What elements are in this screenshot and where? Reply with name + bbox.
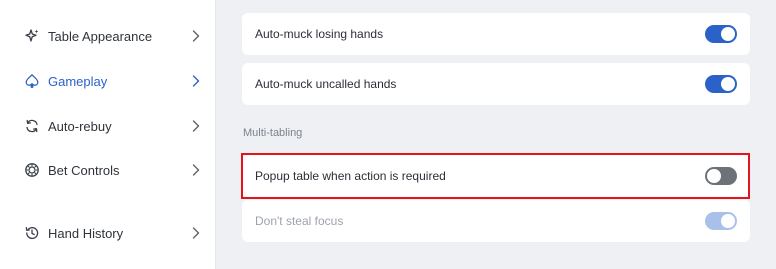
spade-icon [24,73,40,89]
chevron-right-icon [190,28,202,44]
chevron-right-icon [190,118,202,134]
sidebar-item-table-appearance[interactable]: Table Appearance [0,18,216,54]
setting-label: Don't steal focus [255,214,344,228]
setting-label: Auto-muck uncalled hands [255,77,397,91]
sidebar-item-hand-history[interactable]: Hand History [0,215,216,251]
setting-popup-table: Popup table when action is required [242,155,750,197]
refresh-icon [24,118,40,134]
chevron-right-icon [190,73,202,89]
setting-label: Popup table when action is required [255,169,446,183]
toggle-knob [721,27,735,41]
sidebar-item-label: Hand History [48,225,124,241]
settings-sidebar: Table Appearance Gameplay Auto-rebuy Bet… [0,0,216,269]
sidebar-item-bet-controls[interactable]: Bet Controls [0,152,216,188]
setting-dont-steal-focus: Don't steal focus [242,200,750,242]
settings-panel: Auto-muck losing hands Auto-muck uncalle… [217,0,776,269]
chevron-right-icon [190,225,202,241]
setting-auto-muck-losing-hands: Auto-muck losing hands [242,13,750,55]
sidebar-item-label: Auto-rebuy [48,118,112,134]
popup-table-toggle[interactable] [705,167,737,185]
sparkle-icon [24,28,40,44]
toggle-knob [721,77,735,91]
toggle-knob [707,169,721,183]
sidebar-item-label: Table Appearance [48,28,153,44]
auto-muck-uncalled-hands-toggle[interactable] [705,75,737,93]
toggle-knob [721,214,735,228]
dont-steal-focus-toggle [705,212,737,230]
setting-label: Auto-muck losing hands [255,27,384,41]
poker-chip-icon [24,162,40,178]
chevron-right-icon [190,162,202,178]
sidebar-item-auto-rebuy[interactable]: Auto-rebuy [0,108,216,144]
history-icon [24,225,40,241]
sidebar-item-gameplay[interactable]: Gameplay [0,63,216,99]
auto-muck-losing-hands-toggle[interactable] [705,25,737,43]
section-title-multi-tabling: Multi-tabling [243,127,303,139]
sidebar-item-label: Gameplay [48,73,108,89]
setting-auto-muck-uncalled-hands: Auto-muck uncalled hands [242,63,750,105]
sidebar-item-label: Bet Controls [48,162,120,178]
